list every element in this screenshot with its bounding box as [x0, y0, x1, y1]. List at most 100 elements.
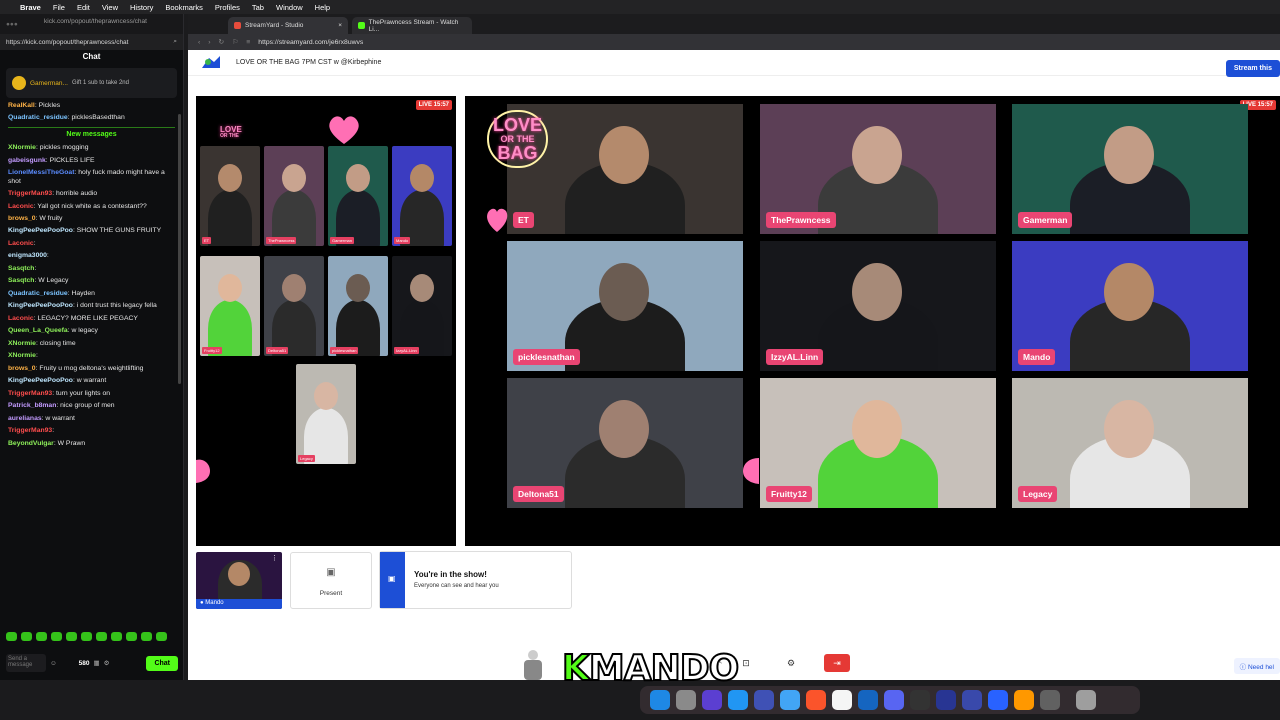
- emote-icon[interactable]: [36, 632, 47, 641]
- kick-url[interactable]: https://kick.com/popout/theprawncess/cha…: [6, 39, 128, 46]
- chat-username[interactable]: KingPeePeePooPoo: [8, 227, 73, 234]
- participant-tile[interactable]: picklesnathan: [507, 241, 743, 371]
- help-button[interactable]: ⓘ Need hel: [1233, 658, 1280, 674]
- preview-stage[interactable]: LIVE 15:57 LOVE OR THE ET ThePrawncess Gam…: [196, 96, 456, 546]
- menu-edit[interactable]: Edit: [77, 3, 90, 12]
- chat-username[interactable]: LionelMessiTheGoat: [8, 169, 74, 176]
- settings-icon[interactable]: [676, 690, 696, 710]
- preview-thumbnail[interactable]: Legacy: [296, 364, 356, 464]
- emote-bar[interactable]: [6, 632, 167, 641]
- chat-username[interactable]: enigma3000: [8, 252, 47, 259]
- app-icon[interactable]: [936, 690, 956, 710]
- obs-icon[interactable]: [910, 690, 930, 710]
- bookmark-icon[interactable]: ⚐: [232, 38, 238, 46]
- chat-username[interactable]: XNormie: [8, 144, 36, 151]
- chat-username[interactable]: XNormie: [8, 352, 36, 359]
- gear-icon[interactable]: ⚙: [781, 654, 801, 672]
- chat-username[interactable]: Laconic: [8, 315, 34, 322]
- reload-icon[interactable]: ↻: [219, 38, 225, 46]
- mail-icon[interactable]: [858, 690, 878, 710]
- kick-tab-title[interactable]: kick.com/popout/theprawncess/chat: [44, 18, 147, 25]
- share-screen-icon[interactable]: ⊡: [736, 654, 756, 672]
- back-icon[interactable]: ‹: [198, 39, 200, 46]
- emote-icon[interactable]: [156, 632, 167, 641]
- safari-icon[interactable]: [780, 690, 800, 710]
- participant-tile[interactable]: IzzyAL.Linn: [760, 241, 996, 371]
- chat-username[interactable]: Sasqtch: [8, 265, 34, 272]
- menu-help[interactable]: Help: [315, 3, 330, 12]
- kick-address-bar[interactable]: https://kick.com/popout/theprawncess/cha…: [0, 34, 183, 50]
- menu-history[interactable]: History: [130, 3, 153, 12]
- stream-button[interactable]: Stream this: [1225, 60, 1280, 77]
- window-controls[interactable]: ●●●: [6, 21, 18, 28]
- chat-username[interactable]: aurelianas: [8, 415, 42, 422]
- menu-window[interactable]: Window: [276, 3, 303, 12]
- app-icon[interactable]: [1014, 690, 1034, 710]
- menu-view[interactable]: View: [102, 3, 118, 12]
- launchpad-icon[interactable]: [962, 690, 982, 710]
- chat-username[interactable]: TriggerMan93: [8, 427, 52, 434]
- chat-username[interactable]: Patrick_b8man: [8, 402, 56, 409]
- chat-username[interactable]: Sasqtch: [8, 277, 34, 284]
- tab-streamyard-studio[interactable]: StreamYard - Studio ×: [228, 17, 348, 34]
- chat-username[interactable]: Quadratic_residue: [8, 114, 68, 121]
- chat-username[interactable]: RealKall: [8, 102, 35, 109]
- brave-icon[interactable]: [806, 690, 826, 710]
- chevron-up-icon[interactable]: ⌃: [710, 656, 730, 674]
- participant-tile[interactable]: Fruitty12: [760, 378, 996, 508]
- channel-points[interactable]: 580: [79, 660, 90, 667]
- chat-username[interactable]: Quadratic_residue: [8, 290, 68, 297]
- chat-input[interactable]: Send a message: [6, 654, 46, 672]
- chat-username[interactable]: brows_0: [8, 215, 36, 222]
- gear-icon[interactable]: ⚙: [104, 659, 110, 667]
- site-info-icon[interactable]: ≡: [246, 39, 250, 46]
- preview-thumbnail[interactable]: ET: [200, 146, 260, 246]
- discord-icon[interactable]: [884, 690, 904, 710]
- emote-icon[interactable]: [111, 632, 122, 641]
- main-stage[interactable]: LIVE 15:57 ET ThePrawncess Gamerman pickles…: [465, 96, 1280, 546]
- finder-icon[interactable]: [650, 690, 670, 710]
- chat-username[interactable]: TriggerMan93: [8, 390, 52, 397]
- emote-icon[interactable]: [51, 632, 62, 641]
- preview-thumbnail[interactable]: picklesnathan: [328, 256, 388, 356]
- menu-brave[interactable]: Brave: [20, 3, 41, 12]
- preview-thumbnail[interactable]: Deltona51: [264, 256, 324, 356]
- gift-icon[interactable]: ▦: [94, 659, 100, 667]
- trash-icon[interactable]: [1076, 690, 1096, 710]
- chat-username[interactable]: KingPeePeePooPoo: [8, 302, 73, 309]
- present-button[interactable]: ▣ Present: [290, 552, 372, 609]
- chat-username[interactable]: Laconic: [8, 203, 34, 210]
- app-icon[interactable]: [1040, 690, 1060, 710]
- notes-icon[interactable]: [832, 690, 852, 710]
- chat-username[interactable]: brows_0: [8, 365, 36, 372]
- app-store-icon[interactable]: [728, 690, 748, 710]
- chat-username[interactable]: Laconic: [8, 240, 34, 247]
- chat-username[interactable]: Queen_La_Queefa: [8, 327, 68, 334]
- preview-thumbnail[interactable]: Mando: [392, 146, 452, 246]
- emote-icon[interactable]: [141, 632, 152, 641]
- chat-username[interactable]: TriggerMan93: [8, 190, 52, 197]
- pinned-gift-banner[interactable]: Gamerman... Gift 1 sub to take 2nd: [6, 68, 177, 98]
- emote-icon[interactable]: [126, 632, 137, 641]
- menu-file[interactable]: File: [53, 3, 65, 12]
- address-bar[interactable]: ‹ › ↻ ⚐ ≡ https://streamyard.com/je6rx8u…: [188, 34, 1280, 50]
- search-icon[interactable]: ⌕: [173, 38, 177, 46]
- menu-bookmarks[interactable]: Bookmarks: [165, 3, 203, 12]
- preview-thumbnail[interactable]: Gamerman: [328, 146, 388, 246]
- page-url[interactable]: https://streamyard.com/je6rx8uwvs: [258, 39, 363, 46]
- emoji-icon[interactable]: ☺: [50, 660, 57, 667]
- participant-tile[interactable]: Gamerman: [1012, 104, 1248, 234]
- participant-tile[interactable]: ThePrawncess: [760, 104, 996, 234]
- emote-icon[interactable]: [66, 632, 77, 641]
- broadcast-title[interactable]: LOVE OR THE BAG 7PM CST w @Kirbephine: [236, 59, 381, 66]
- participant-tile[interactable]: Mando: [1012, 241, 1248, 371]
- participant-tile[interactable]: Deltona51: [507, 378, 743, 508]
- preview-thumbnail[interactable]: Fruitty12: [200, 256, 260, 356]
- chat-send-button[interactable]: Chat: [146, 655, 178, 671]
- preview-thumbnail[interactable]: IzzyAL.Linn: [392, 256, 452, 356]
- chat-username[interactable]: XNormie: [8, 340, 36, 347]
- safari-icon[interactable]: [754, 690, 774, 710]
- menu-profiles[interactable]: Profiles: [215, 3, 240, 12]
- more-icon[interactable]: ⋮: [271, 554, 278, 562]
- chat-scrollbar[interactable]: [178, 114, 181, 384]
